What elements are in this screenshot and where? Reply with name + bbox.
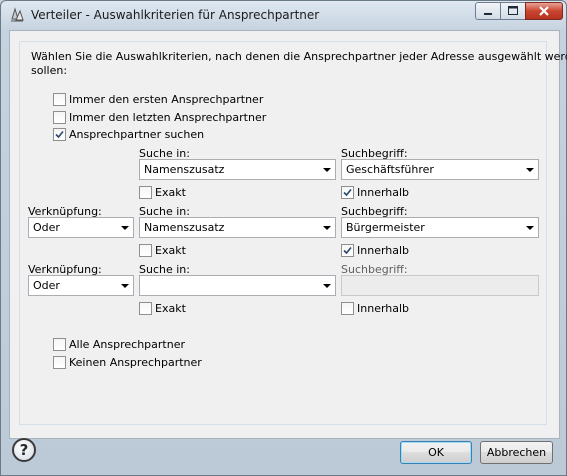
search-contact-checkbox[interactable] [53, 128, 66, 141]
search-in-dropdown-2[interactable]: Namenszusatz [139, 217, 336, 238]
search-term-dropdown-2[interactable]: Bürgermeister [341, 217, 539, 238]
within-label-1: Innerhalb [357, 186, 410, 199]
exact-checkbox-3[interactable] [139, 302, 152, 315]
maximize-button[interactable] [500, 2, 526, 20]
search-term-value-1: Geschäftsführer [346, 163, 434, 176]
no-contacts-label: Keinen Ansprechpartner [69, 356, 202, 369]
chevron-down-icon [121, 284, 129, 288]
window-title: Verteiler - Auswahlkriterien für Ansprec… [31, 8, 320, 22]
exact-label-2: Exakt [155, 244, 186, 257]
checkmark-icon [343, 246, 352, 255]
checkmark-icon [55, 130, 64, 139]
distribution-list-icon [11, 7, 24, 22]
all-contacts-label: Alle Ansprechpartner [69, 338, 185, 351]
exact-label-3: Exakt [155, 302, 186, 315]
exact-checkbox-1[interactable] [139, 186, 152, 199]
chevron-down-icon [323, 168, 331, 172]
chevron-down-icon [526, 168, 534, 172]
search-in-dropdown-1[interactable]: Namenszusatz [139, 159, 336, 180]
search-term-value-2: Bürgermeister [346, 221, 425, 234]
maximize-icon [508, 6, 518, 15]
first-contact-label: Immer den ersten Ansprechpartner [69, 93, 264, 106]
intro-text-line1: Wählen Sie die Auswahlkriterien, nach de… [31, 50, 567, 63]
link-dropdown-3[interactable]: Oder [28, 275, 134, 296]
close-button[interactable] [525, 2, 563, 20]
cancel-button[interactable]: Abbrechen [480, 441, 553, 464]
exact-checkbox-2[interactable] [139, 244, 152, 257]
chevron-down-icon [121, 226, 129, 230]
search-contact-label: Ansprechpartner suchen [69, 128, 205, 141]
search-term-dropdown-1[interactable]: Geschäftsführer [341, 159, 539, 180]
search-in-value-2: Namenszusatz [144, 221, 225, 234]
ok-button[interactable]: OK [400, 441, 472, 464]
checkmark-icon [343, 188, 352, 197]
all-contacts-checkbox[interactable] [53, 338, 66, 351]
search-in-dropdown-3[interactable] [139, 275, 336, 296]
within-checkbox-3[interactable] [341, 302, 354, 315]
exact-label-1: Exakt [155, 186, 186, 199]
help-button[interactable]: ? [12, 438, 36, 462]
first-contact-checkbox[interactable] [53, 93, 66, 106]
close-icon [539, 6, 549, 16]
link-dropdown-2[interactable]: Oder [28, 217, 134, 238]
help-icon: ? [19, 441, 29, 459]
link-value-3: Oder [33, 279, 60, 292]
search-term-field-3[interactable] [341, 275, 539, 296]
chevron-down-icon [323, 284, 331, 288]
link-value-2: Oder [33, 221, 60, 234]
last-contact-checkbox[interactable] [53, 111, 66, 124]
within-checkbox-2[interactable] [341, 244, 354, 257]
minimize-icon [484, 13, 492, 15]
intro-text-line2: sollen: [31, 64, 68, 77]
within-label-2: Innerhalb [357, 244, 410, 257]
within-checkbox-1[interactable] [341, 186, 354, 199]
no-contacts-checkbox[interactable] [53, 356, 66, 369]
title-bar[interactable]: Verteiler - Auswahlkriterien für Ansprec… [1, 1, 566, 29]
last-contact-label: Immer den letzten Ansprechpartner [69, 111, 267, 124]
chevron-down-icon [323, 226, 331, 230]
search-in-value-1: Namenszusatz [144, 163, 225, 176]
within-label-3: Innerhalb [357, 302, 410, 315]
chevron-down-icon [526, 226, 534, 230]
minimize-button[interactable] [475, 2, 501, 20]
